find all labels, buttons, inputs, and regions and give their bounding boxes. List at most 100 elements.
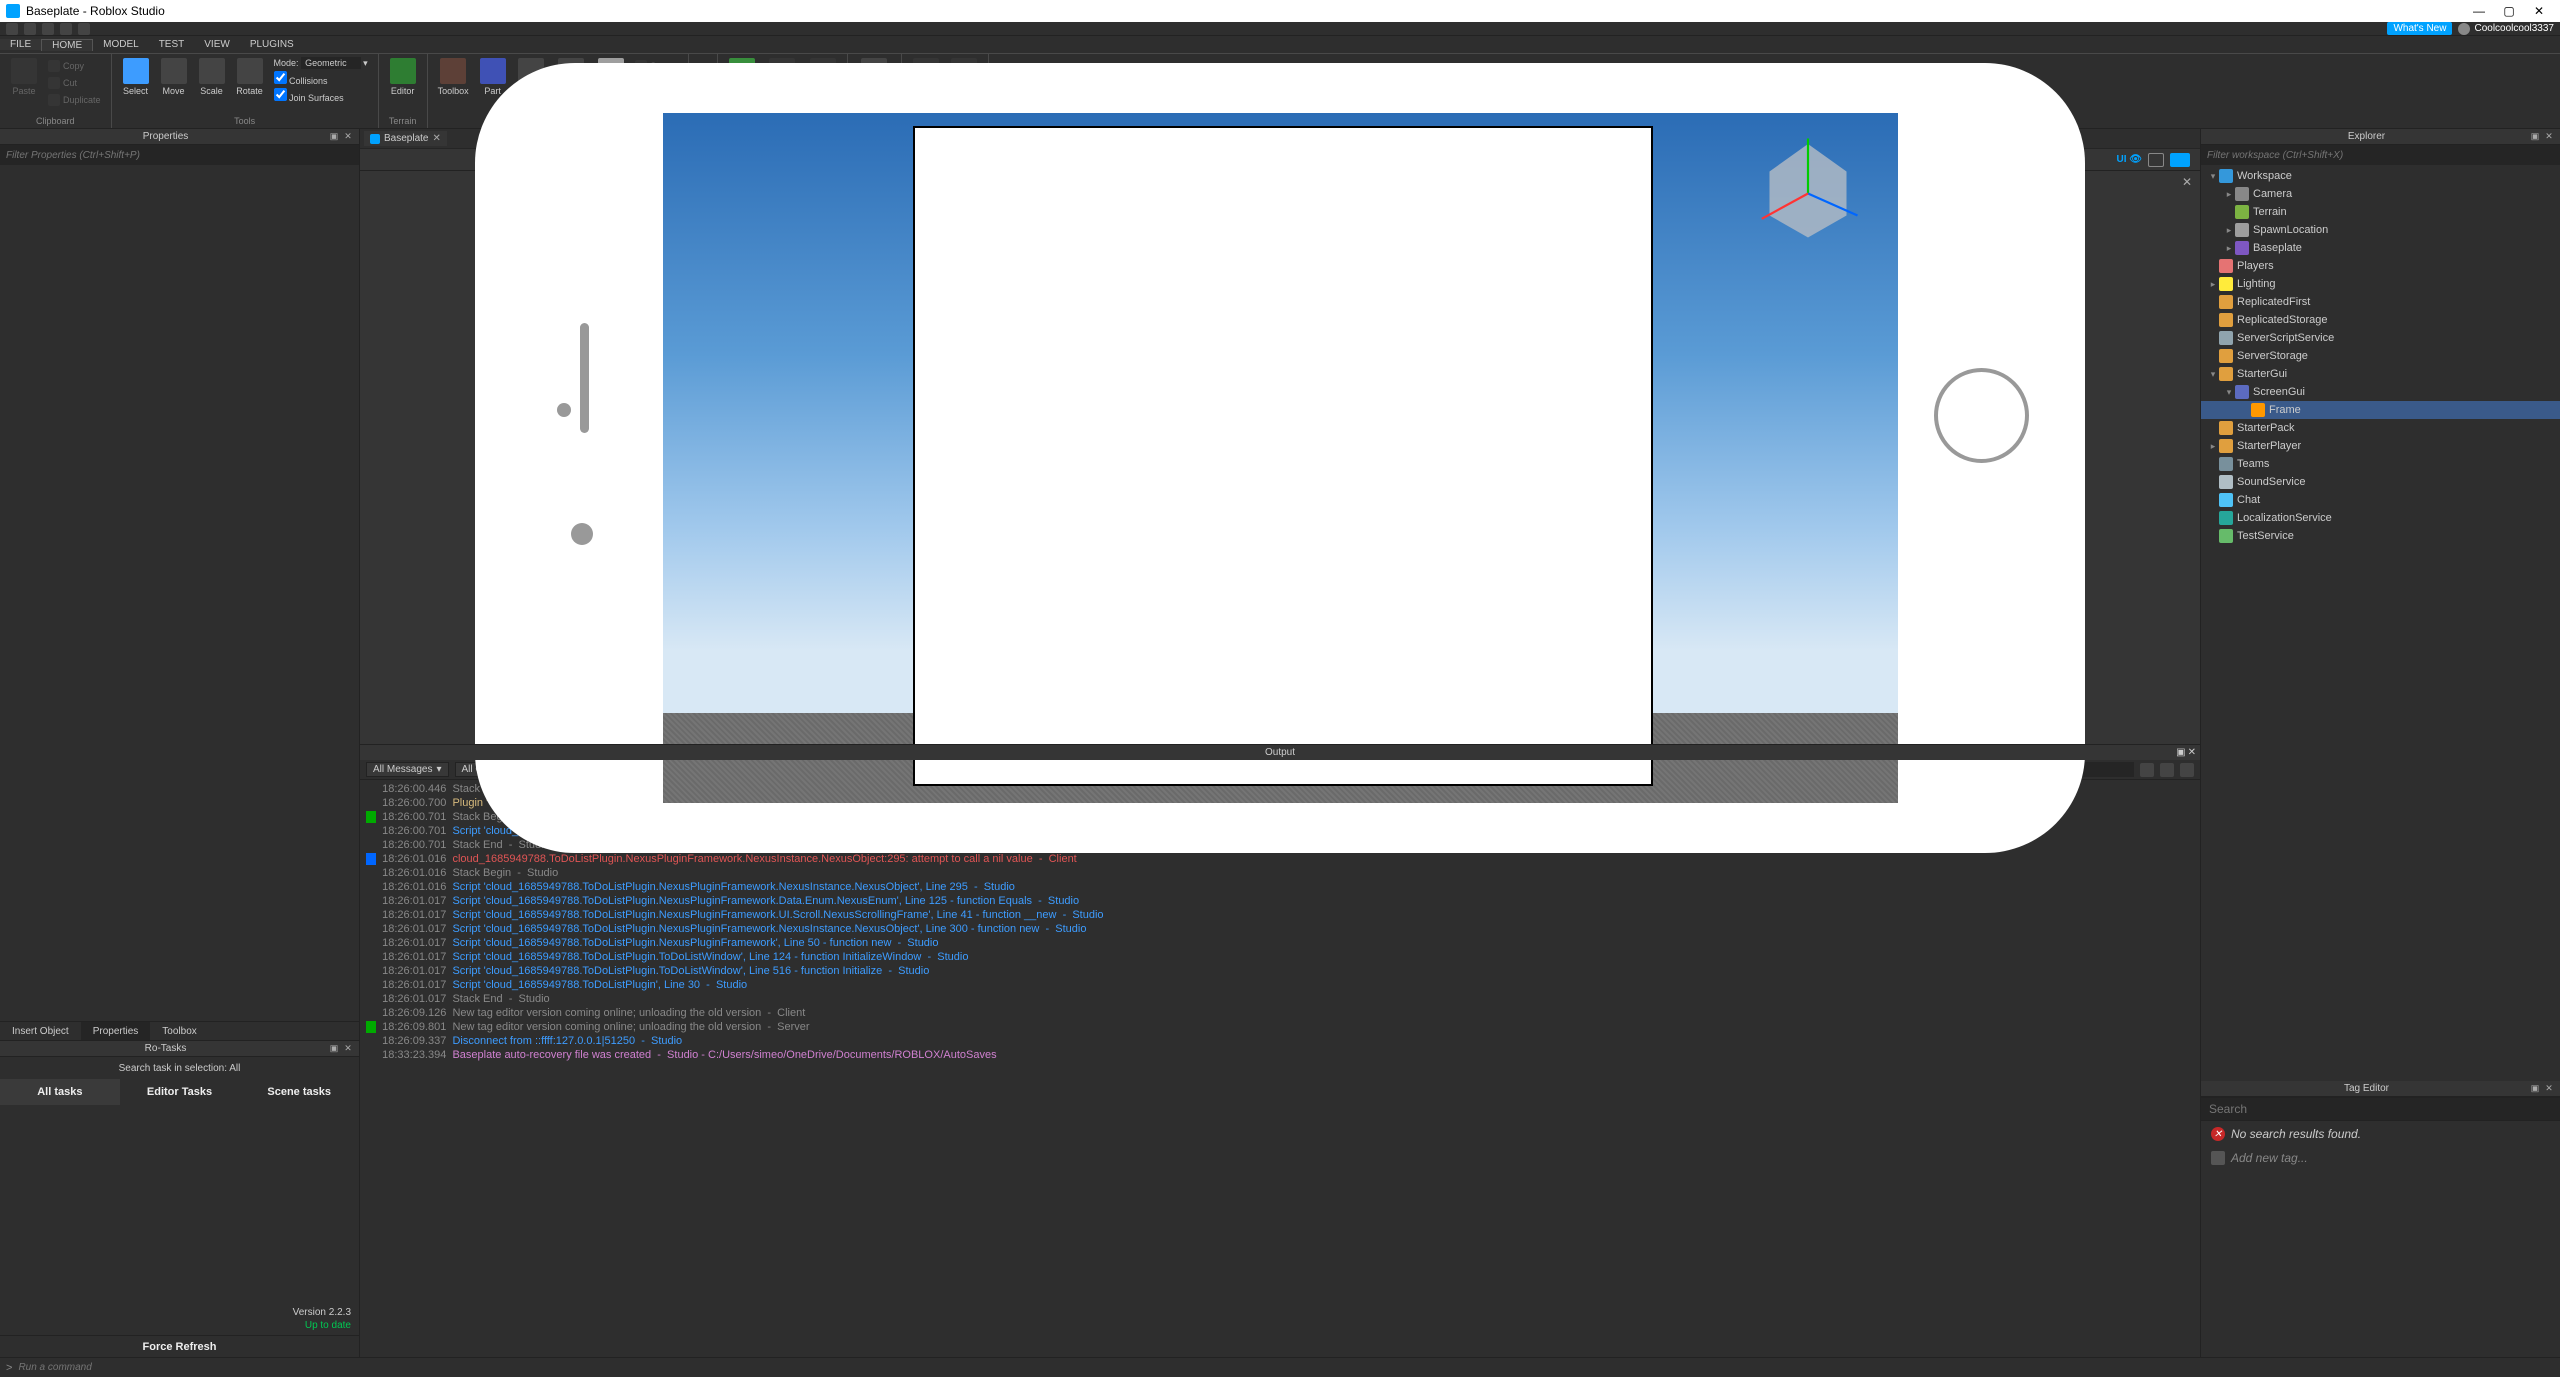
output-log[interactable]: 18:26:00.446 Stack End - Studio 18:26:00… [360,780,2200,1357]
tree-item-localizationservice[interactable]: LocalizationService [2201,509,2560,527]
tree-item-starterplayer[interactable]: ▸StarterPlayer [2201,437,2560,455]
tree-item-lighting[interactable]: ▸Lighting [2201,275,2560,293]
bottom-tab-insert-object[interactable]: Insert Object [0,1022,81,1040]
expand-icon[interactable]: ▸ [2207,441,2219,452]
rotate-button[interactable]: Rotate [232,56,268,98]
task-tab-scene-tasks[interactable]: Scene tasks [239,1079,359,1105]
tree-item-screengui[interactable]: ▾ScreenGui [2201,383,2560,401]
close-panel-button[interactable]: ✕ [341,1043,355,1055]
close-panel-button[interactable]: ✕ [341,131,355,143]
command-input[interactable] [18,1362,2554,1373]
qat-redo-icon[interactable] [60,23,72,35]
output-settings-icon[interactable] [2140,763,2154,777]
maximize-button[interactable]: ▢ [2494,1,2524,21]
undock-button[interactable]: ▣ [2528,131,2542,143]
undock-button[interactable]: ▣ [327,131,341,143]
close-panel-button[interactable]: ✕ [2188,747,2196,758]
qat-open-icon[interactable] [6,23,18,35]
tree-item-serverstorage[interactable]: ServerStorage [2201,347,2560,365]
paste-icon [11,58,37,84]
undock-button[interactable]: ▣ [327,1043,341,1055]
close-tab-icon[interactable]: ✕ [432,133,440,144]
collisions-checkbox[interactable]: Collisions [274,71,368,86]
paste-button[interactable]: Paste [6,56,42,98]
close-panel-button[interactable]: ✕ [2542,1083,2556,1095]
menu-home[interactable]: HOME [41,39,93,51]
close-button[interactable]: ✕ [2524,1,2554,21]
menu-file[interactable]: FILE [0,39,41,50]
tree-item-spawnlocation[interactable]: ▸SpawnLocation [2201,221,2560,239]
qat-play-icon[interactable] [78,23,90,35]
expand-icon[interactable]: ▸ [2207,279,2219,290]
tree-item-baseplate[interactable]: ▸Baseplate [2201,239,2560,257]
messages-filter-dropdown[interactable]: All Messages ▾ [366,762,449,777]
tree-item-camera[interactable]: ▸Camera [2201,185,2560,203]
output-menu-icon[interactable] [2180,763,2194,777]
close-panel-button[interactable]: ✕ [2542,131,2556,143]
ribbon-group-clipboard: Paste Copy Cut Duplicate Clipboard [0,54,112,128]
expand-icon[interactable]: ▸ [2223,243,2235,254]
duplicate-button[interactable]: Duplicate [44,92,105,108]
tree-item-testservice[interactable]: TestService [2201,527,2560,545]
device-icon[interactable] [2148,153,2164,167]
mode-dropdown[interactable]: Mode: Geometric ▾ [274,58,368,69]
tree-item-players[interactable]: Players [2201,257,2560,275]
scale-button[interactable]: Scale [194,56,230,98]
tree-item-workspace[interactable]: ▾Workspace [2201,167,2560,185]
expand-icon[interactable]: ▾ [2207,171,2219,182]
game-screen[interactable] [663,113,1898,803]
document-tab[interactable]: Baseplate ✕ [364,131,447,146]
explorer-tree[interactable]: ▾Workspace▸CameraTerrain▸SpawnLocation▸B… [2201,165,2560,1081]
add-tag-button[interactable]: Add new tag... [2201,1147,2560,1169]
menu-view[interactable]: VIEW [194,39,240,50]
terrain-editor-button[interactable]: Editor [385,56,421,98]
expand-icon[interactable]: ▾ [2207,369,2219,380]
axis-gizmo[interactable] [1753,133,1863,243]
task-tab-all-tasks[interactable]: All tasks [0,1079,120,1105]
qat-save-icon[interactable] [24,23,36,35]
tree-item-soundservice[interactable]: SoundService [2201,473,2560,491]
expand-icon[interactable]: ▾ [2223,387,2235,398]
cut-button[interactable]: Cut [44,75,105,91]
copy-button[interactable]: Copy [44,58,105,74]
menu-model[interactable]: MODEL [93,39,149,50]
tree-item-teams[interactable]: Teams [2201,455,2560,473]
task-tab-editor-tasks[interactable]: Editor Tasks [120,1079,240,1105]
minimize-button[interactable]: — [2464,1,2494,21]
ui-toggle[interactable]: UI 👁 [2117,154,2142,165]
tree-item-replicatedfirst[interactable]: ReplicatedFirst [2201,293,2560,311]
properties-filter-input[interactable] [0,145,359,165]
tree-item-replicatedstorage[interactable]: ReplicatedStorage [2201,311,2560,329]
menu-plugins[interactable]: PLUGINS [240,39,304,50]
toolbox-button[interactable]: Toolbox [434,56,473,98]
force-refresh-button[interactable]: Force Refresh [0,1335,359,1357]
tree-item-chat[interactable]: Chat [2201,491,2560,509]
select-button[interactable]: Select [118,56,154,98]
undock-button[interactable]: ▣ [2176,747,2185,758]
expand-icon[interactable]: ▸ [2223,189,2235,200]
expand-icon[interactable]: ▸ [2223,225,2235,236]
tree-item-serverscriptservice[interactable]: ServerScriptService [2201,329,2560,347]
tree-item-starterpack[interactable]: StarterPack [2201,419,2560,437]
close-emulator-button[interactable]: ✕ [2182,175,2192,189]
menu-test[interactable]: TEST [149,39,195,50]
tree-item-terrain[interactable]: Terrain [2201,203,2560,221]
bottom-tab-toolbox[interactable]: Toolbox [150,1022,208,1040]
gui-frame[interactable] [913,126,1653,786]
emulator-toggle-icon[interactable] [2170,153,2190,167]
move-button[interactable]: Move [156,56,192,98]
tageditor-search-input[interactable] [2201,1098,2560,1121]
user-menu[interactable]: Coolcoolcool3337 [2458,23,2554,35]
sound-icon [2219,475,2233,489]
tree-item-frame[interactable]: Frame [2201,401,2560,419]
join-surfaces-checkbox[interactable]: Join Surfaces [274,88,368,103]
explorer-filter-input[interactable] [2201,145,2560,165]
whats-new-button[interactable]: What's New [2387,22,2452,35]
output-clear-icon[interactable] [2160,763,2174,777]
bottom-tab-properties[interactable]: Properties [81,1022,151,1040]
tree-item-startergui[interactable]: ▾StarterGui [2201,365,2560,383]
command-bar: > [0,1357,2560,1377]
qat-undo-icon[interactable] [42,23,54,35]
viewport[interactable]: ✕ [360,171,2200,744]
undock-button[interactable]: ▣ [2528,1083,2542,1095]
